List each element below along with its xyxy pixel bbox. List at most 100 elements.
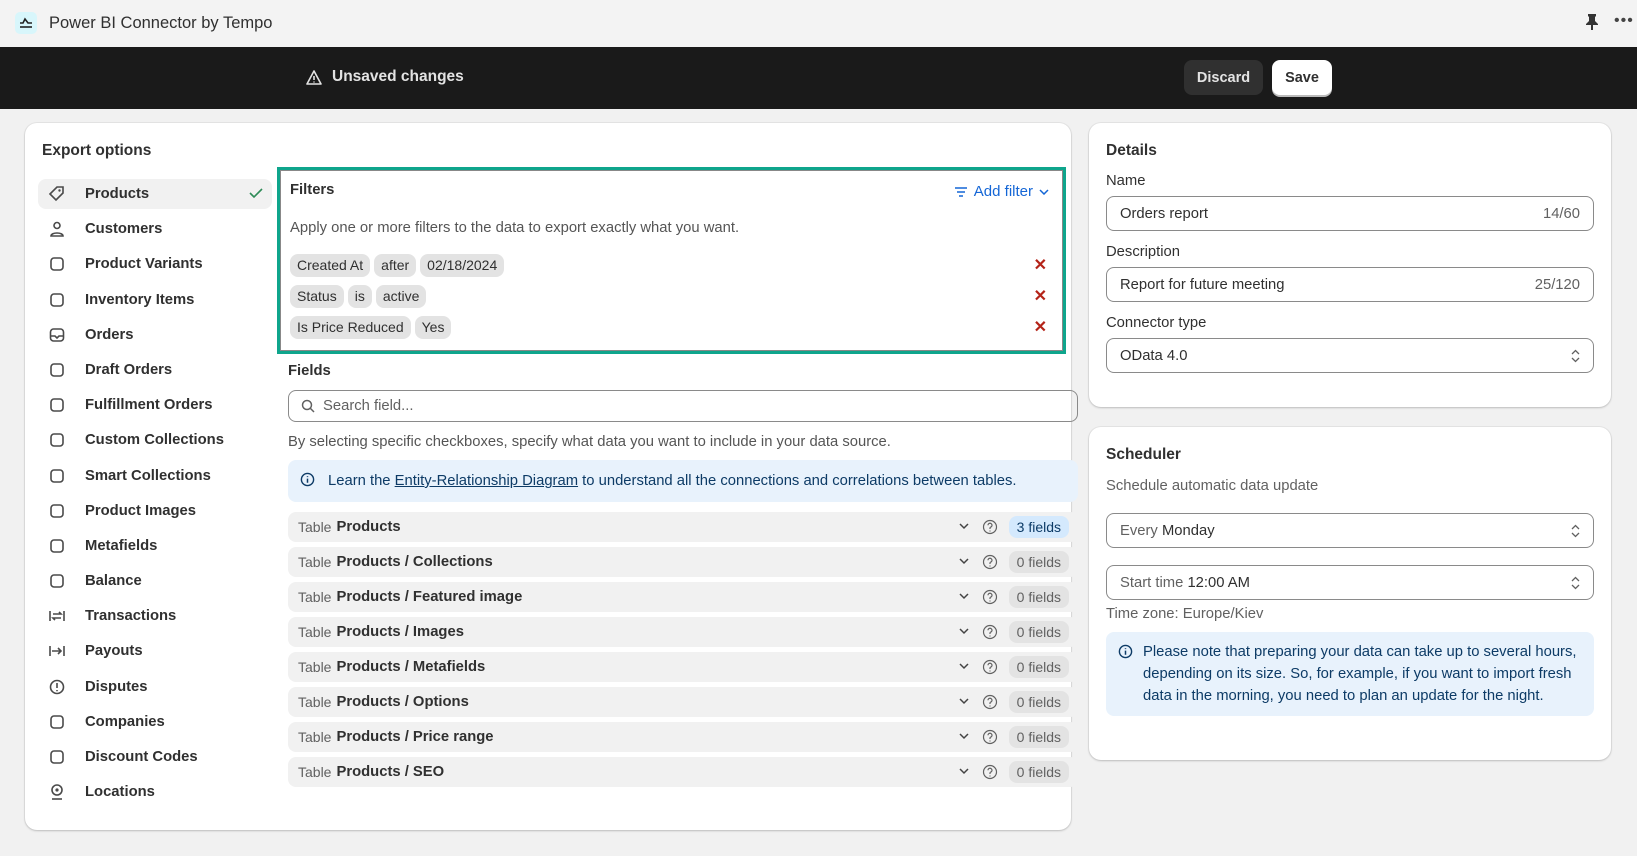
nav-item-balance[interactable]: Balance (38, 566, 272, 596)
filter-chip[interactable]: 02/18/2024 (420, 254, 505, 277)
nav-item-label: Products (85, 186, 150, 202)
inbox-icon (48, 326, 66, 344)
fields-description: By selecting specific checkboxes, specif… (288, 434, 891, 450)
checkmark-icon (249, 188, 263, 199)
filter-chip[interactable]: Yes (414, 316, 452, 339)
nav-item-disputes[interactable]: Disputes (38, 672, 272, 702)
nav-item-draft-orders[interactable]: Draft Orders (38, 355, 272, 385)
start-time-select[interactable]: Start time 12:00 AM (1106, 565, 1594, 600)
name-input[interactable]: Orders report 14/60 (1106, 196, 1594, 231)
filter-chip[interactable]: Is Price Reduced (290, 316, 411, 339)
remove-filter-icon[interactable]: ✕ (1034, 255, 1047, 275)
nav-item-products[interactable]: Products (38, 179, 272, 209)
filter-chip[interactable]: after (374, 254, 417, 277)
add-filter-button[interactable]: Add filter (954, 183, 1049, 200)
help-icon[interactable] (982, 624, 998, 640)
nav-item-locations[interactable]: Locations (38, 777, 272, 807)
remove-filter-icon[interactable]: ✕ (1034, 286, 1047, 306)
erd-link[interactable]: Entity-Relationship Diagram (395, 473, 578, 489)
frequency-select[interactable]: Every Monday (1106, 513, 1594, 548)
select-arrows-icon (1571, 576, 1580, 589)
remove-filter-icon[interactable]: ✕ (1034, 317, 1047, 337)
banner-prefix: Learn the (328, 473, 395, 489)
help-icon[interactable] (982, 554, 998, 570)
table-name: Products (336, 519, 401, 535)
pin-icon[interactable] (1585, 13, 1599, 35)
nav-item-orders[interactable]: Orders (38, 320, 272, 350)
table-row[interactable]: Table Products / Images 0 fields (288, 617, 1078, 647)
filter-icon (954, 186, 967, 197)
table-prefix: Table (298, 729, 332, 745)
timezone-text: Time zone: Europe/Kiev (1106, 606, 1264, 622)
description-value: Report for future meeting (1120, 276, 1285, 293)
search-field-input[interactable]: Search field... (288, 390, 1078, 422)
table-row[interactable]: Table Products / Collections 0 fields (288, 547, 1078, 577)
select-arrows-icon (1571, 524, 1580, 537)
frequency-prefix: Every (1120, 522, 1158, 539)
chevron-down-icon[interactable] (958, 590, 970, 602)
app-header: Power BI Connector by Tempo ••• (0, 0, 1637, 47)
nav-item-custom-collections[interactable]: Custom Collections (38, 425, 272, 455)
table-row[interactable]: Table Products / SEO 0 fields (288, 757, 1078, 787)
unsaved-changes-text: Unsaved changes (332, 68, 464, 85)
nav-item-product-images[interactable]: Product Images (38, 496, 272, 526)
table-row[interactable]: Table Products / Featured image 0 fields (288, 582, 1078, 612)
description-char-count: 25/120 (1534, 276, 1580, 293)
nav-item-payouts[interactable]: Payouts (38, 636, 272, 666)
description-input[interactable]: Report for future meeting 25/120 (1106, 267, 1594, 302)
discard-button[interactable]: Discard (1184, 60, 1263, 95)
filter-chip[interactable]: active (375, 285, 427, 308)
filter-chip[interactable]: is (347, 285, 372, 308)
nav-item-inventory-items[interactable]: Inventory Items (38, 285, 272, 315)
collection-icon (48, 431, 66, 449)
name-char-count: 14/60 (1542, 205, 1580, 222)
app-title: Power BI Connector by Tempo (49, 14, 273, 32)
nav-item-transactions[interactable]: Transactions (38, 601, 272, 631)
erd-info-banner: Learn the Entity-Relationship Diagram to… (288, 460, 1078, 502)
wallet-icon (48, 572, 66, 590)
table-name: Products / Price range (336, 729, 494, 745)
nav-item-product-variants[interactable]: Product Variants (38, 249, 272, 279)
chevron-down-icon[interactable] (958, 625, 970, 637)
help-icon[interactable] (982, 589, 998, 605)
fulfillment-icon (48, 396, 66, 414)
field-count-badge: 0 fields (1008, 726, 1069, 748)
chevron-down-icon[interactable] (958, 765, 970, 777)
chevron-down-icon[interactable] (958, 695, 970, 707)
description-label: Description (1106, 244, 1181, 260)
table-row[interactable]: Table Products / Metafields 0 fields (288, 652, 1078, 682)
help-icon[interactable] (982, 764, 998, 780)
details-title: Details (1106, 142, 1157, 159)
chevron-down-icon[interactable] (958, 520, 970, 532)
chevron-down-icon[interactable] (958, 730, 970, 742)
nav-item-companies[interactable]: Companies (38, 707, 272, 737)
nav-item-label: Product Variants (85, 256, 203, 273)
help-icon[interactable] (982, 519, 998, 535)
filter-chip[interactable]: Created At (290, 254, 371, 277)
filter-chip[interactable]: Status (290, 285, 344, 308)
nav-item-label: Inventory Items (85, 291, 195, 308)
table-row[interactable]: Table Products / Options 0 fields (288, 687, 1078, 717)
nav-item-label: Fulfillment Orders (85, 397, 213, 414)
table-name: Products / Metafields (336, 659, 486, 675)
help-icon[interactable] (982, 694, 998, 710)
nav-item-customers[interactable]: Customers (38, 214, 272, 244)
save-button[interactable]: Save (1272, 60, 1332, 95)
nav-item-smart-collections[interactable]: Smart Collections (38, 461, 272, 491)
help-icon[interactable] (982, 659, 998, 675)
field-count-badge: 0 fields (1008, 761, 1069, 783)
nav-item-metafields[interactable]: Metafields (38, 531, 272, 561)
search-placeholder: Search field... (323, 398, 414, 414)
table-row[interactable]: Table Products 3 fields (288, 512, 1078, 542)
more-options-icon[interactable]: ••• (1614, 12, 1634, 30)
chevron-down-icon[interactable] (958, 660, 970, 672)
filter-row: Is Price Reduced Yes ✕ (290, 316, 1053, 339)
table-row[interactable]: Table Products / Price range 0 fields (288, 722, 1078, 752)
nav-item-label: Disputes (85, 678, 148, 695)
nav-item-discount-codes[interactable]: Discount Codes (38, 742, 272, 772)
nav-item-fulfillment-orders[interactable]: Fulfillment Orders (38, 390, 272, 420)
connector-type-select[interactable]: OData 4.0 (1106, 338, 1594, 373)
help-icon[interactable] (982, 729, 998, 745)
chevron-down-icon[interactable] (958, 555, 970, 567)
nav-item-label: Draft Orders (85, 361, 173, 378)
